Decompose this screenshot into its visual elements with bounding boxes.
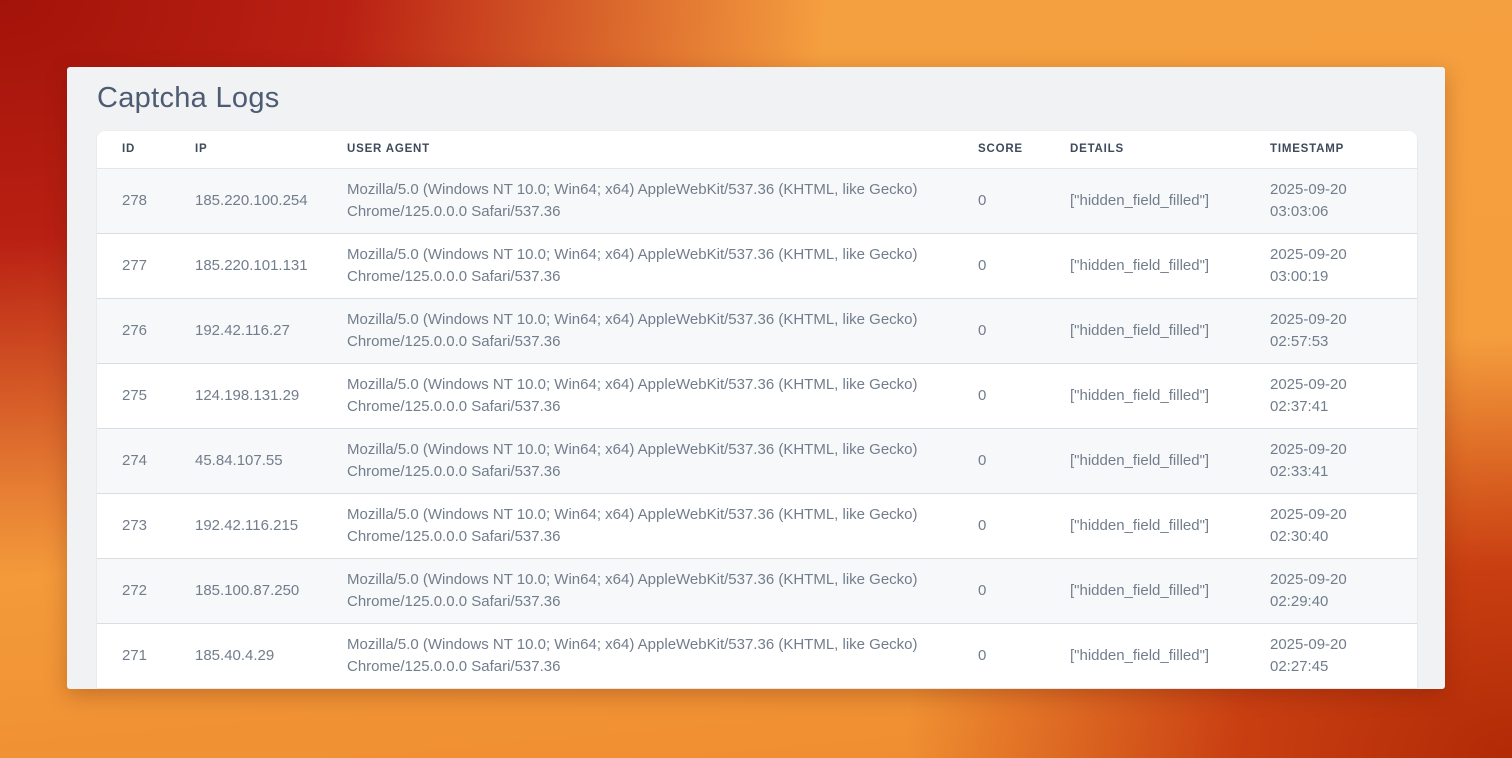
cell-user-agent: Mozilla/5.0 (Windows NT 10.0; Win64; x64… xyxy=(322,623,953,688)
cell-timestamp: 2025-09-20 02:27:45 xyxy=(1245,623,1417,688)
captcha-logs-card: Captcha Logs ID IP USER AGENT SCORE DETA… xyxy=(67,67,1445,689)
logs-table: ID IP USER AGENT SCORE DETAILS TIMESTAMP… xyxy=(97,131,1417,688)
cell-details: ["hidden_field_filled"] xyxy=(1045,233,1245,298)
cell-timestamp: 2025-09-20 03:00:19 xyxy=(1245,233,1417,298)
table-row: 275 124.198.131.29 Mozilla/5.0 (Windows … xyxy=(97,363,1417,428)
cell-score: 0 xyxy=(953,233,1045,298)
table-row: 273 192.42.116.215 Mozilla/5.0 (Windows … xyxy=(97,493,1417,558)
cell-score: 0 xyxy=(953,298,1045,363)
cell-details: ["hidden_field_filled"] xyxy=(1045,493,1245,558)
cell-ip: 192.42.116.215 xyxy=(170,493,322,558)
column-header-details: DETAILS xyxy=(1045,131,1245,168)
cell-score: 0 xyxy=(953,168,1045,233)
cell-ip: 192.42.116.27 xyxy=(170,298,322,363)
cell-timestamp: 2025-09-20 02:57:53 xyxy=(1245,298,1417,363)
table-row: 272 185.100.87.250 Mozilla/5.0 (Windows … xyxy=(97,558,1417,623)
cell-details: ["hidden_field_filled"] xyxy=(1045,623,1245,688)
cell-score: 0 xyxy=(953,623,1045,688)
cell-id: 278 xyxy=(97,168,170,233)
cell-id: 272 xyxy=(97,558,170,623)
column-header-id: ID xyxy=(97,131,170,168)
table-row: 274 45.84.107.55 Mozilla/5.0 (Windows NT… xyxy=(97,428,1417,493)
cell-user-agent: Mozilla/5.0 (Windows NT 10.0; Win64; x64… xyxy=(322,493,953,558)
cell-details: ["hidden_field_filled"] xyxy=(1045,363,1245,428)
cell-timestamp: 2025-09-20 02:33:41 xyxy=(1245,428,1417,493)
table-row: 271 185.40.4.29 Mozilla/5.0 (Windows NT … xyxy=(97,623,1417,688)
cell-user-agent: Mozilla/5.0 (Windows NT 10.0; Win64; x64… xyxy=(322,233,953,298)
cell-id: 271 xyxy=(97,623,170,688)
cell-id: 274 xyxy=(97,428,170,493)
cell-score: 0 xyxy=(953,558,1045,623)
column-header-ip: IP xyxy=(170,131,322,168)
cell-ip: 185.220.101.131 xyxy=(170,233,322,298)
page-background: { "page": { "title": "Captcha Logs" }, "… xyxy=(0,0,1512,758)
cell-score: 0 xyxy=(953,493,1045,558)
table-header-row: ID IP USER AGENT SCORE DETAILS TIMESTAMP xyxy=(97,131,1417,168)
cell-id: 276 xyxy=(97,298,170,363)
cell-timestamp: 2025-09-20 03:03:06 xyxy=(1245,168,1417,233)
cell-timestamp: 2025-09-20 02:29:40 xyxy=(1245,558,1417,623)
cell-user-agent: Mozilla/5.0 (Windows NT 10.0; Win64; x64… xyxy=(322,428,953,493)
cell-details: ["hidden_field_filled"] xyxy=(1045,168,1245,233)
cell-user-agent: Mozilla/5.0 (Windows NT 10.0; Win64; x64… xyxy=(322,168,953,233)
cell-ip: 45.84.107.55 xyxy=(170,428,322,493)
table-row: 278 185.220.100.254 Mozilla/5.0 (Windows… xyxy=(97,168,1417,233)
cell-ip: 185.100.87.250 xyxy=(170,558,322,623)
cell-ip: 124.198.131.29 xyxy=(170,363,322,428)
cell-details: ["hidden_field_filled"] xyxy=(1045,428,1245,493)
cell-score: 0 xyxy=(953,428,1045,493)
table-row: 277 185.220.101.131 Mozilla/5.0 (Windows… xyxy=(97,233,1417,298)
logs-table-container: ID IP USER AGENT SCORE DETAILS TIMESTAMP… xyxy=(97,131,1417,688)
cell-score: 0 xyxy=(953,363,1045,428)
column-header-user-agent: USER AGENT xyxy=(322,131,953,168)
cell-details: ["hidden_field_filled"] xyxy=(1045,298,1245,363)
cell-user-agent: Mozilla/5.0 (Windows NT 10.0; Win64; x64… xyxy=(322,558,953,623)
cell-ip: 185.40.4.29 xyxy=(170,623,322,688)
table-row: 276 192.42.116.27 Mozilla/5.0 (Windows N… xyxy=(97,298,1417,363)
cell-details: ["hidden_field_filled"] xyxy=(1045,558,1245,623)
cell-timestamp: 2025-09-20 02:37:41 xyxy=(1245,363,1417,428)
cell-id: 277 xyxy=(97,233,170,298)
page-title: Captcha Logs xyxy=(97,83,1417,113)
column-header-timestamp: TIMESTAMP xyxy=(1245,131,1417,168)
cell-timestamp: 2025-09-20 02:30:40 xyxy=(1245,493,1417,558)
column-header-score: SCORE xyxy=(953,131,1045,168)
cell-ip: 185.220.100.254 xyxy=(170,168,322,233)
cell-user-agent: Mozilla/5.0 (Windows NT 10.0; Win64; x64… xyxy=(322,298,953,363)
cell-id: 275 xyxy=(97,363,170,428)
cell-id: 273 xyxy=(97,493,170,558)
cell-user-agent: Mozilla/5.0 (Windows NT 10.0; Win64; x64… xyxy=(322,363,953,428)
